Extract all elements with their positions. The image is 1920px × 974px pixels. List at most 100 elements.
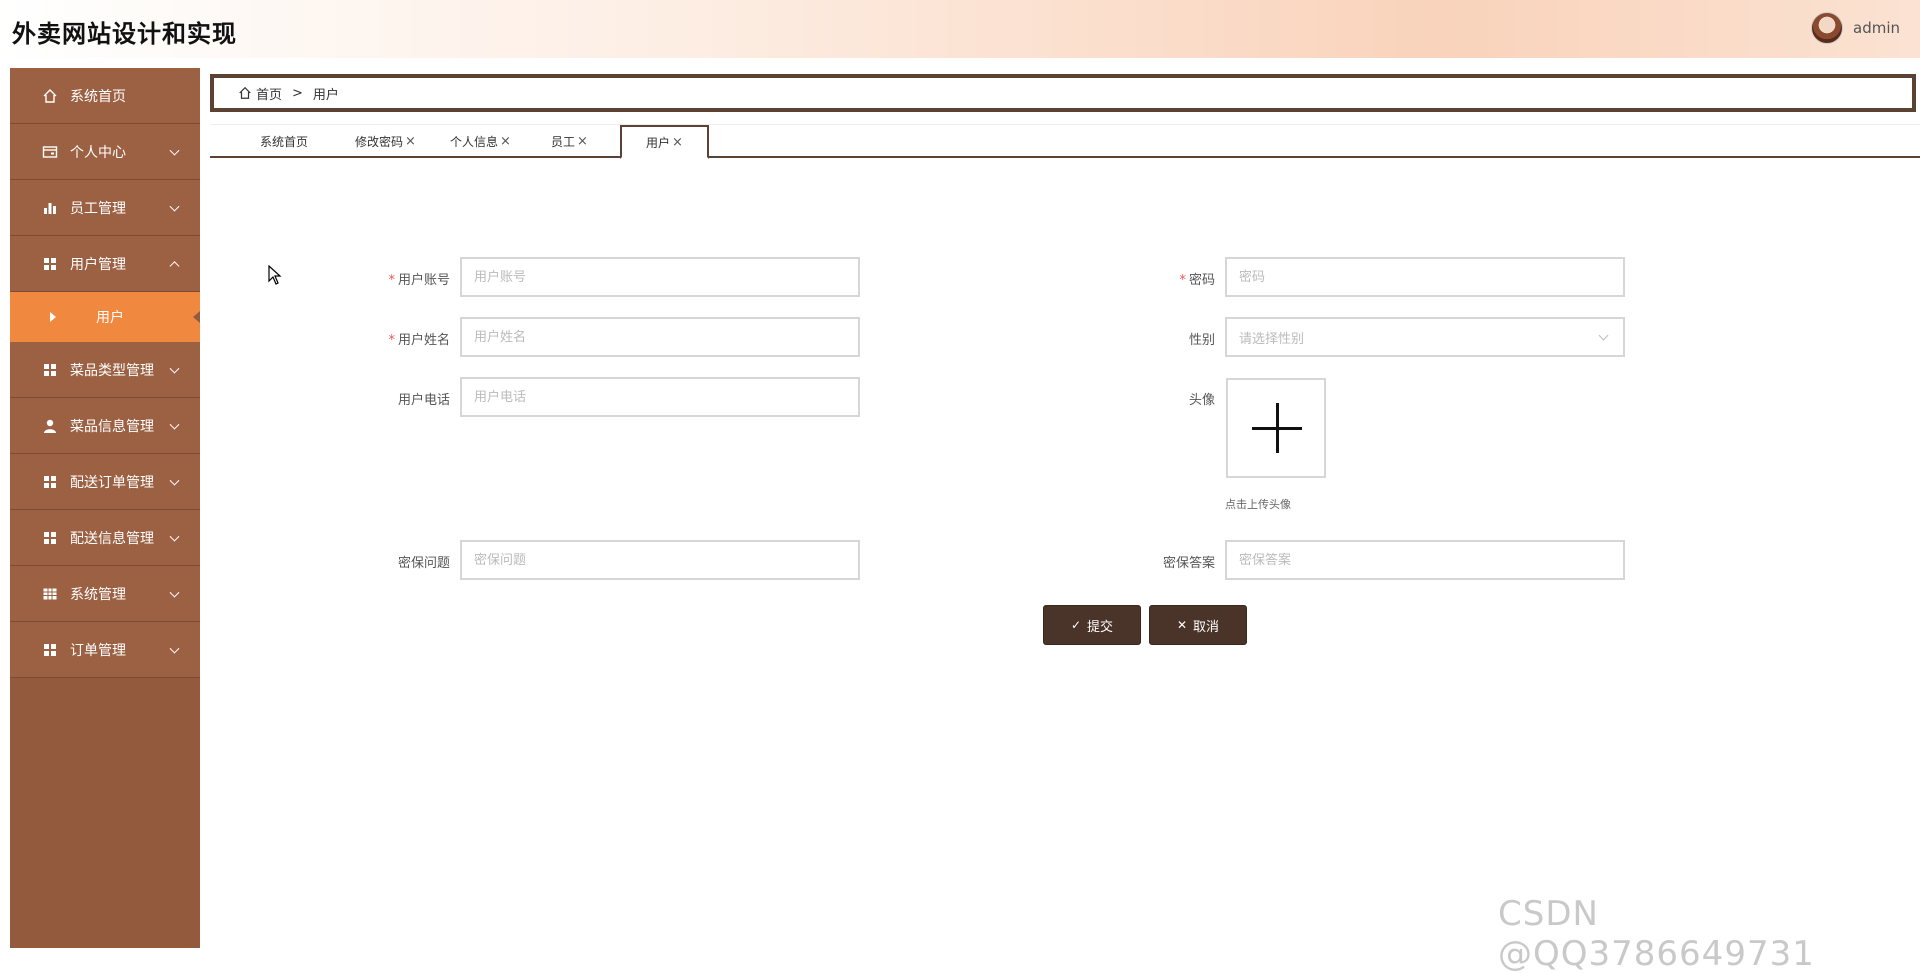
sidebar-item-dish-info[interactable]: 菜品信息管理 — [10, 398, 200, 454]
chevron-down-icon — [169, 587, 180, 598]
close-icon: ✕ — [1176, 618, 1188, 632]
tab-user[interactable]: 用户 × — [620, 125, 709, 159]
breadcrumb-current: 用户 — [312, 87, 339, 103]
tab-label: 用户 — [646, 135, 671, 150]
tab-staff[interactable]: 员工 × — [551, 125, 588, 157]
breadcrumb: 首页 > 用户 — [210, 74, 1916, 112]
password-label-text: 密码 — [1188, 273, 1215, 288]
tab-bar: 系统首页 修改密码 × 个人信息 × 员工 × 用户 × — [210, 124, 1920, 159]
tab-change-password[interactable]: 修改密码 × — [355, 125, 416, 157]
tab-label: 系统首页 — [260, 134, 309, 149]
user-menu[interactable]: admin — [1811, 12, 1900, 44]
avatar-label: 头像 — [1188, 393, 1215, 408]
sidebar-item-personal-center[interactable]: 个人中心 — [10, 124, 200, 180]
close-icon[interactable]: × — [577, 134, 588, 149]
tab-label: 个人信息 — [450, 134, 499, 149]
sidebar-item-label: 个人中心 — [70, 144, 126, 161]
close-icon[interactable]: × — [672, 135, 683, 150]
sidebar-item-dish-type[interactable]: 菜品类型管理 — [10, 342, 200, 398]
close-icon[interactable]: × — [405, 134, 416, 149]
sidebar-item-label: 菜品信息管理 — [70, 418, 154, 435]
grid-icon — [42, 474, 58, 490]
password-label: * 密码 — [1095, 269, 1215, 288]
table-icon — [42, 586, 58, 602]
gender-placeholder: 请选择性别 — [1239, 331, 1305, 347]
name-label-text: 用户姓名 — [397, 333, 450, 348]
sidebar: 系统首页 个人中心 员工管理 用户管理 用户 菜品类型管理 菜品信息管理 配送订… — [10, 68, 200, 948]
user-avatar[interactable] — [1811, 12, 1843, 44]
chevron-down-icon — [169, 201, 180, 212]
required-marker: * — [388, 333, 395, 348]
sidebar-item-staff[interactable]: 员工管理 — [10, 180, 200, 236]
grid-icon — [42, 362, 58, 378]
breadcrumb-separator: > — [292, 85, 303, 101]
tab-label: 修改密码 — [355, 134, 404, 149]
sidebar-item-system[interactable]: 系统管理 — [10, 566, 200, 622]
sidebar-item-home[interactable]: 系统首页 — [10, 68, 200, 124]
sidebar-subitem-user[interactable]: 用户 — [10, 292, 200, 342]
caret-right-icon — [50, 312, 56, 322]
password-input[interactable] — [1225, 257, 1625, 297]
sidebar-subitem-label: 用户 — [96, 310, 124, 326]
username[interactable]: admin — [1853, 19, 1900, 37]
gender-select[interactable]: 请选择性别 — [1225, 317, 1625, 357]
person-icon — [42, 418, 58, 434]
sidebar-item-label: 系统管理 — [70, 586, 126, 603]
gender-label: 性别 — [1188, 333, 1215, 348]
tab-label: 员工 — [551, 134, 576, 149]
tab-personal-info[interactable]: 个人信息 × — [450, 125, 511, 157]
sidebar-item-label: 配送订单管理 — [70, 474, 154, 491]
name-label: * 用户姓名 — [330, 329, 450, 348]
chevron-down-icon — [169, 419, 180, 430]
submit-button[interactable]: ✓ 提交 — [1043, 605, 1141, 645]
sidebar-item-delivery-info[interactable]: 配送信息管理 — [10, 510, 200, 566]
sidebar-item-delivery-order[interactable]: 配送订单管理 — [10, 454, 200, 510]
check-icon: ✓ — [1070, 618, 1082, 632]
grid-icon — [42, 530, 58, 546]
grid-icon — [42, 256, 58, 272]
sidebar-item-user-management[interactable]: 用户管理 — [10, 236, 200, 292]
bar-chart-icon — [42, 200, 58, 216]
breadcrumb-home[interactable]: 首页 — [256, 84, 282, 103]
answer-label: 密保答案 — [1162, 556, 1215, 571]
upload-hint: 点击上传头像 — [1225, 498, 1291, 511]
wallet-icon — [42, 144, 58, 160]
phone-input[interactable] — [460, 377, 860, 417]
required-marker: * — [388, 273, 395, 288]
avatar-upload[interactable] — [1226, 378, 1326, 478]
chevron-down-icon — [169, 475, 180, 486]
home-icon — [42, 88, 58, 104]
account-label: * 用户账号 — [330, 269, 450, 288]
chevron-down-icon — [169, 531, 180, 542]
sidebar-item-label: 菜品类型管理 — [70, 362, 154, 379]
chevron-down-icon — [169, 643, 180, 654]
chevron-up-icon — [169, 260, 180, 271]
app-title: 外卖网站设计和实现 — [12, 20, 237, 48]
mouse-cursor-icon — [268, 264, 282, 289]
chevron-down-icon — [1598, 330, 1609, 341]
submit-label: 提交 — [1087, 619, 1114, 635]
close-icon[interactable]: × — [500, 134, 511, 149]
tab-system-home[interactable]: 系统首页 — [260, 125, 308, 157]
home-icon[interactable] — [238, 86, 252, 100]
sidebar-item-orders[interactable]: 订单管理 — [10, 622, 200, 678]
active-indicator — [193, 311, 200, 323]
cancel-label: 取消 — [1193, 619, 1220, 635]
sidebar-item-label: 订单管理 — [70, 642, 126, 659]
sidebar-item-label: 系统首页 — [70, 88, 126, 105]
question-input[interactable] — [460, 540, 860, 580]
sidebar-item-label: 用户管理 — [70, 256, 126, 273]
sidebar-item-label: 配送信息管理 — [70, 530, 154, 547]
chevron-down-icon — [169, 363, 180, 374]
top-header: 外卖网站设计和实现 admin — [0, 0, 1920, 58]
answer-input[interactable] — [1225, 540, 1625, 580]
question-label: 密保问题 — [397, 556, 450, 571]
grid-icon — [42, 642, 58, 658]
account-input[interactable] — [460, 257, 860, 297]
name-input[interactable] — [460, 317, 860, 357]
sidebar-item-label: 员工管理 — [70, 200, 126, 217]
chevron-down-icon — [169, 145, 180, 156]
account-label-text: 用户账号 — [397, 273, 450, 288]
cancel-button[interactable]: ✕ 取消 — [1149, 605, 1247, 645]
required-marker: * — [1179, 273, 1186, 288]
